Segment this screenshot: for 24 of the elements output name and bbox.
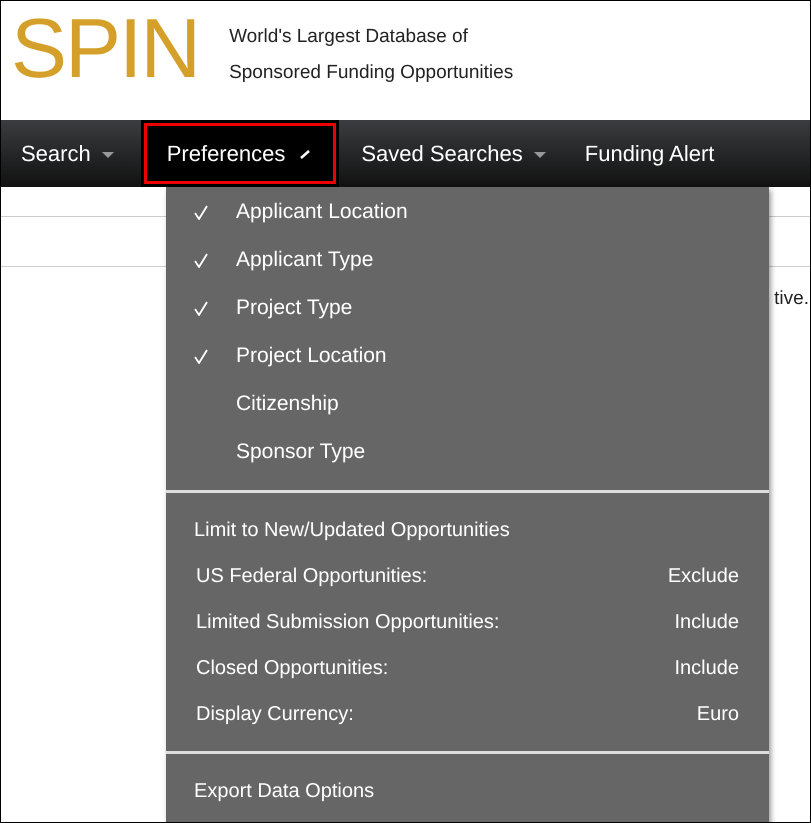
menu-item[interactable]: Sponsor Type <box>166 428 769 476</box>
nav-tab[interactable]: Saved Searches <box>343 120 565 187</box>
body-text: tive. <box>774 287 809 311</box>
menu-item[interactable]: Applicant Type <box>166 236 769 284</box>
checkmark-icon <box>194 204 208 220</box>
tagline: Sponsored Funding Opportunities <box>229 61 514 85</box>
menu-item[interactable]: Limited Submission Opportunities: Include <box>166 599 769 645</box>
menu-item[interactable]: Limit to New/Updated Opportunities <box>166 507 769 553</box>
menu-item[interactable]: Closed Opportunities: Include <box>166 645 769 691</box>
logo: SPIN <box>11 3 200 93</box>
nav-tab[interactable]: Funding Alert <box>566 120 732 187</box>
checkmark-icon <box>194 252 208 268</box>
menu-item[interactable]: US Federal Opportunities: Exclude <box>166 553 769 599</box>
menu-item[interactable]: Display Currency: Euro <box>166 691 769 737</box>
menu-item[interactable]: Project Type <box>166 284 769 332</box>
menu-item[interactable]: Citizenship <box>166 380 769 428</box>
menu-item[interactable]: Applicant Location <box>166 188 769 236</box>
nav-tab[interactable]: Search <box>3 120 133 187</box>
menu-item[interactable]: Export Data Options <box>166 768 769 814</box>
tagline: World's Largest Database of <box>229 25 469 49</box>
menu-item[interactable]: Project Location <box>166 332 769 380</box>
checkmark-icon <box>194 300 208 316</box>
nav-tab[interactable]: Preferences <box>140 120 340 187</box>
checkmark-icon <box>194 348 208 364</box>
